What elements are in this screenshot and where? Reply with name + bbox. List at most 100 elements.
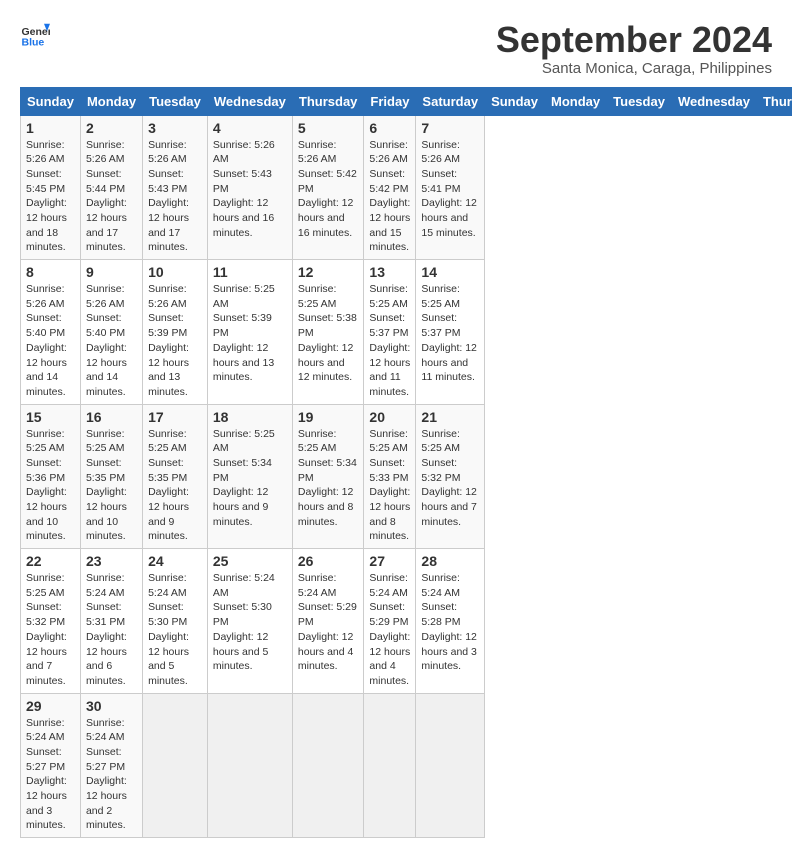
calendar-cell [292, 693, 364, 838]
calendar-cell: 22 Sunrise: 5:25 AMSunset: 5:32 PMDaylig… [21, 549, 81, 694]
day-number: 23 [86, 553, 137, 569]
day-info: Sunrise: 5:24 AMSunset: 5:30 PMDaylight:… [213, 572, 275, 672]
day-number: 14 [421, 264, 479, 280]
col-header-friday: Friday [364, 87, 416, 115]
svg-text:Blue: Blue [22, 37, 45, 49]
calendar-cell: 17 Sunrise: 5:25 AMSunset: 5:35 PMDaylig… [143, 404, 208, 549]
day-info: Sunrise: 5:25 AMSunset: 5:32 PMDaylight:… [26, 572, 67, 687]
day-info: Sunrise: 5:26 AMSunset: 5:42 PMDaylight:… [369, 139, 410, 254]
day-number: 26 [298, 553, 359, 569]
day-info: Sunrise: 5:24 AMSunset: 5:30 PMDaylight:… [148, 572, 189, 687]
day-info: Sunrise: 5:26 AMSunset: 5:41 PMDaylight:… [421, 139, 476, 239]
calendar-week-5: 29 Sunrise: 5:24 AMSunset: 5:27 PMDaylig… [21, 693, 792, 838]
calendar-week-3: 15 Sunrise: 5:25 AMSunset: 5:36 PMDaylig… [21, 404, 792, 549]
calendar-cell [364, 693, 416, 838]
day-number: 29 [26, 698, 75, 714]
col-header-saturday: Saturday [416, 87, 485, 115]
day-info: Sunrise: 5:26 AMSunset: 5:43 PMDaylight:… [148, 139, 189, 254]
calendar-cell: 5 Sunrise: 5:26 AMSunset: 5:42 PMDayligh… [292, 115, 364, 260]
day-number: 20 [369, 409, 410, 425]
col-header-tuesday: Tuesday [607, 87, 672, 115]
day-info: Sunrise: 5:26 AMSunset: 5:40 PMDaylight:… [86, 283, 127, 398]
day-info: Sunrise: 5:25 AMSunset: 5:33 PMDaylight:… [369, 428, 410, 543]
day-info: Sunrise: 5:26 AMSunset: 5:42 PMDaylight:… [298, 139, 357, 239]
calendar-table: SundayMondayTuesdayWednesdayThursdayFrid… [20, 87, 792, 839]
day-info: Sunrise: 5:24 AMSunset: 5:29 PMDaylight:… [298, 572, 357, 672]
day-info: Sunrise: 5:26 AMSunset: 5:40 PMDaylight:… [26, 283, 67, 398]
calendar-cell: 3 Sunrise: 5:26 AMSunset: 5:43 PMDayligh… [143, 115, 208, 260]
logo: General Blue [20, 20, 50, 50]
calendar-week-4: 22 Sunrise: 5:25 AMSunset: 5:32 PMDaylig… [21, 549, 792, 694]
header-row: SundayMondayTuesdayWednesdayThursdayFrid… [21, 87, 792, 115]
day-number: 6 [369, 120, 410, 136]
calendar-cell: 11 Sunrise: 5:25 AMSunset: 5:39 PMDaylig… [207, 260, 292, 405]
day-info: Sunrise: 5:24 AMSunset: 5:27 PMDaylight:… [86, 717, 127, 832]
calendar-cell: 29 Sunrise: 5:24 AMSunset: 5:27 PMDaylig… [21, 693, 81, 838]
day-number: 19 [298, 409, 359, 425]
calendar-cell: 8 Sunrise: 5:26 AMSunset: 5:40 PMDayligh… [21, 260, 81, 405]
day-info: Sunrise: 5:26 AMSunset: 5:39 PMDaylight:… [148, 283, 189, 398]
col-header-wednesday: Wednesday [671, 87, 756, 115]
day-number: 18 [213, 409, 287, 425]
day-info: Sunrise: 5:25 AMSunset: 5:34 PMDaylight:… [213, 428, 275, 528]
day-number: 15 [26, 409, 75, 425]
day-info: Sunrise: 5:26 AMSunset: 5:44 PMDaylight:… [86, 139, 127, 254]
day-number: 21 [421, 409, 479, 425]
col-header-monday: Monday [545, 87, 607, 115]
day-number: 5 [298, 120, 359, 136]
day-info: Sunrise: 5:25 AMSunset: 5:39 PMDaylight:… [213, 283, 275, 383]
day-number: 30 [86, 698, 137, 714]
calendar-cell: 24 Sunrise: 5:24 AMSunset: 5:30 PMDaylig… [143, 549, 208, 694]
day-info: Sunrise: 5:24 AMSunset: 5:31 PMDaylight:… [86, 572, 127, 687]
calendar-cell: 23 Sunrise: 5:24 AMSunset: 5:31 PMDaylig… [80, 549, 142, 694]
calendar-cell: 21 Sunrise: 5:25 AMSunset: 5:32 PMDaylig… [416, 404, 485, 549]
day-info: Sunrise: 5:24 AMSunset: 5:27 PMDaylight:… [26, 717, 67, 832]
calendar-cell: 26 Sunrise: 5:24 AMSunset: 5:29 PMDaylig… [292, 549, 364, 694]
calendar-cell: 6 Sunrise: 5:26 AMSunset: 5:42 PMDayligh… [364, 115, 416, 260]
calendar-cell: 18 Sunrise: 5:25 AMSunset: 5:34 PMDaylig… [207, 404, 292, 549]
calendar-cell: 10 Sunrise: 5:26 AMSunset: 5:39 PMDaylig… [143, 260, 208, 405]
header: General Blue September 2024 Santa Monica… [20, 20, 772, 77]
calendar-cell: 15 Sunrise: 5:25 AMSunset: 5:36 PMDaylig… [21, 404, 81, 549]
calendar-cell: 20 Sunrise: 5:25 AMSunset: 5:33 PMDaylig… [364, 404, 416, 549]
day-number: 17 [148, 409, 202, 425]
day-info: Sunrise: 5:25 AMSunset: 5:37 PMDaylight:… [369, 283, 410, 398]
calendar-week-2: 8 Sunrise: 5:26 AMSunset: 5:40 PMDayligh… [21, 260, 792, 405]
day-number: 16 [86, 409, 137, 425]
day-number: 9 [86, 264, 137, 280]
location-subtitle: Santa Monica, Caraga, Philippines [496, 60, 772, 77]
col-header-thursday: Thursday [756, 87, 792, 115]
calendar-cell: 30 Sunrise: 5:24 AMSunset: 5:27 PMDaylig… [80, 693, 142, 838]
day-number: 8 [26, 264, 75, 280]
calendar-cell: 13 Sunrise: 5:25 AMSunset: 5:37 PMDaylig… [364, 260, 416, 405]
calendar-cell: 9 Sunrise: 5:26 AMSunset: 5:40 PMDayligh… [80, 260, 142, 405]
day-number: 7 [421, 120, 479, 136]
day-info: Sunrise: 5:26 AMSunset: 5:45 PMDaylight:… [26, 139, 67, 254]
calendar-cell: 1 Sunrise: 5:26 AMSunset: 5:45 PMDayligh… [21, 115, 81, 260]
calendar-cell: 4 Sunrise: 5:26 AMSunset: 5:43 PMDayligh… [207, 115, 292, 260]
day-info: Sunrise: 5:25 AMSunset: 5:36 PMDaylight:… [26, 428, 67, 543]
calendar-cell: 7 Sunrise: 5:26 AMSunset: 5:41 PMDayligh… [416, 115, 485, 260]
col-header-thursday: Thursday [292, 87, 364, 115]
month-title: September 2024 [496, 20, 772, 60]
day-info: Sunrise: 5:25 AMSunset: 5:37 PMDaylight:… [421, 283, 476, 383]
day-info: Sunrise: 5:25 AMSunset: 5:32 PMDaylight:… [421, 428, 476, 528]
calendar-cell: 2 Sunrise: 5:26 AMSunset: 5:44 PMDayligh… [80, 115, 142, 260]
day-number: 1 [26, 120, 75, 136]
calendar-cell: 19 Sunrise: 5:25 AMSunset: 5:34 PMDaylig… [292, 404, 364, 549]
day-number: 22 [26, 553, 75, 569]
calendar-week-1: 1 Sunrise: 5:26 AMSunset: 5:45 PMDayligh… [21, 115, 792, 260]
day-number: 25 [213, 553, 287, 569]
col-header-wednesday: Wednesday [207, 87, 292, 115]
col-header-monday: Monday [80, 87, 142, 115]
day-number: 2 [86, 120, 137, 136]
day-info: Sunrise: 5:25 AMSunset: 5:34 PMDaylight:… [298, 428, 357, 528]
calendar-cell [143, 693, 208, 838]
day-info: Sunrise: 5:26 AMSunset: 5:43 PMDaylight:… [213, 139, 275, 239]
calendar-cell: 27 Sunrise: 5:24 AMSunset: 5:29 PMDaylig… [364, 549, 416, 694]
day-number: 28 [421, 553, 479, 569]
logo-icon: General Blue [20, 20, 50, 50]
day-info: Sunrise: 5:25 AMSunset: 5:35 PMDaylight:… [148, 428, 189, 543]
day-number: 4 [213, 120, 287, 136]
day-number: 12 [298, 264, 359, 280]
